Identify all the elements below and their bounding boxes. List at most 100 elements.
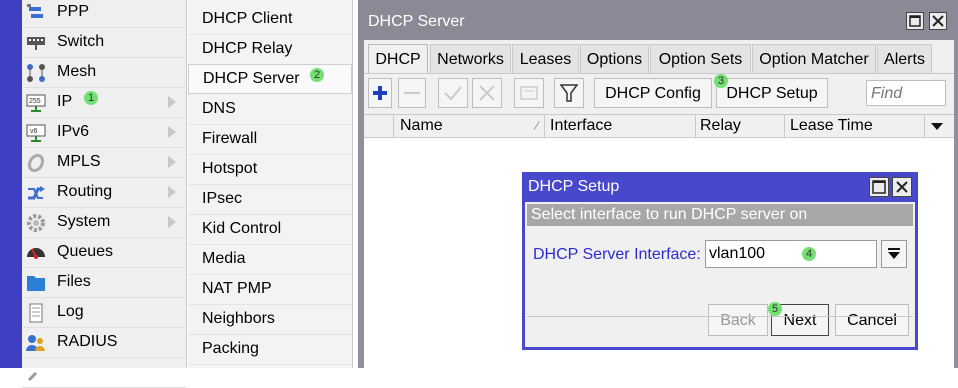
submenu-item-label: NAT PMP — [202, 280, 272, 297]
cancel-button[interactable]: Cancel — [835, 304, 909, 336]
menu-item-mpls[interactable]: MPLS — [22, 148, 186, 178]
submenu-item-firewall[interactable]: Firewall — [188, 125, 352, 155]
tab-alerts[interactable]: Alerts — [877, 44, 932, 74]
window-title: DHCP Server — [368, 13, 465, 30]
maximize-button[interactable] — [906, 12, 924, 30]
submenu-item-dhcp-relay[interactable]: DHCP Relay — [188, 35, 352, 65]
submenu-item-label: Neighbors — [202, 310, 275, 327]
menu-item-files[interactable]: Files — [22, 268, 186, 298]
submenu-item-label: Media — [202, 250, 246, 267]
comment-icon — [520, 86, 538, 100]
tab-networks[interactable]: Networks — [430, 44, 511, 74]
submenu-item-dns[interactable]: DNS — [188, 95, 352, 125]
dialog-close-button[interactable] — [892, 177, 912, 197]
table-header: Name ⁄ Interface Relay Lease Time — [364, 114, 954, 138]
column-header-name[interactable]: Name — [400, 117, 443, 135]
tab-leases[interactable]: Leases — [512, 44, 579, 74]
close-icon — [896, 181, 908, 193]
step-badge-4: 4 — [802, 247, 816, 261]
submenu-item-nat-pmp[interactable]: NAT PMP — [188, 275, 352, 305]
menu-item-label: Switch — [57, 33, 105, 50]
tab-label: Option Sets — [658, 51, 743, 68]
menu-item-label: Files — [57, 273, 91, 290]
dhcp-config-button[interactable]: DHCP Config — [594, 78, 712, 108]
menu-item-label: PPP — [57, 3, 90, 20]
menu-item-label: System — [57, 213, 111, 230]
menu-item-label: RADIUS — [57, 333, 118, 350]
submenu-item-hotspot[interactable]: Hotspot — [188, 155, 352, 185]
filter-button[interactable] — [554, 78, 584, 108]
dialog-instruction: Select interface to run DHCP server on — [527, 204, 913, 226]
dhcp-setup-dialog: DHCP Setup Select interface to run DHCP … — [522, 172, 918, 350]
enable-button[interactable] — [438, 78, 468, 108]
step-badge-3: 3 — [714, 74, 728, 88]
mesh-icon — [26, 63, 46, 83]
menu-item-routing[interactable]: Routing — [22, 178, 186, 208]
menu-item-ipv6[interactable]: v6 IPv6 — [22, 118, 186, 148]
submenu-item-ipsec[interactable]: IPsec — [188, 185, 352, 215]
add-button[interactable] — [368, 78, 392, 108]
menu-item-queues[interactable]: Queues — [22, 238, 186, 268]
submenu-item-label: DHCP Server — [203, 70, 300, 87]
tab-label: Option Matcher — [759, 51, 869, 68]
sort-indicator-icon: ⁄ — [536, 119, 539, 133]
dropdown-arrow-icon — [888, 248, 900, 259]
disable-button[interactable] — [472, 78, 502, 108]
back-button[interactable]: Back — [708, 304, 768, 336]
window-titlebar[interactable]: DHCP Server — [358, 0, 958, 40]
column-header-interface[interactable]: Interface — [550, 117, 612, 135]
menu-item-radius[interactable]: RADIUS — [22, 328, 186, 358]
close-button[interactable] — [929, 12, 947, 30]
svg-text:v6: v6 — [30, 128, 38, 135]
button-label: Next — [783, 312, 817, 329]
menu-item-label: Routing — [57, 183, 113, 200]
interface-dropdown-button[interactable] — [881, 240, 907, 268]
submenu-item-label: Hotspot — [202, 160, 258, 177]
submenu-item-label: DHCP Client — [202, 10, 293, 27]
menu-item-ppp[interactable]: PPP — [22, 0, 186, 28]
button-label: Back — [720, 312, 756, 329]
column-header-relay[interactable]: Relay — [700, 117, 741, 135]
interface-label: DHCP Server Interface: — [533, 246, 701, 263]
tab-label: Leases — [519, 51, 572, 68]
menu-item-log[interactable]: Log — [22, 298, 186, 328]
comment-button[interactable] — [514, 78, 544, 108]
submenu-arrow-icon — [168, 96, 176, 108]
submenu-arrow-icon — [168, 156, 176, 168]
tab-divider — [364, 73, 954, 74]
instruction-text: Select interface to run DHCP server on — [531, 206, 808, 223]
svg-text:255: 255 — [29, 98, 41, 105]
menu-item-switch[interactable]: Switch — [22, 28, 186, 58]
menu-item-system[interactable]: System — [22, 208, 186, 238]
remove-button[interactable] — [398, 78, 426, 108]
tab-dhcp[interactable]: DHCP — [368, 44, 428, 74]
menu-item-label: Queues — [57, 243, 114, 260]
menu-item-mesh[interactable]: Mesh — [22, 58, 186, 88]
tab-label: Alerts — [884, 51, 925, 68]
submenu-item-label: Kid Control — [202, 220, 282, 237]
submenu-item-packing[interactable]: Packing — [188, 335, 352, 365]
submenu-item-neighbors[interactable]: Neighbors — [188, 305, 352, 335]
submenu-item-label: DHCP Relay — [202, 40, 293, 57]
interface-select[interactable]: vlan100 4 — [705, 240, 877, 268]
dialog-maximize-button[interactable] — [869, 177, 889, 197]
dhcp-setup-button[interactable]: DHCP Setup — [716, 78, 828, 108]
log-icon — [26, 303, 46, 323]
submenu-item-media[interactable]: Media — [188, 245, 352, 275]
dialog-title: DHCP Setup — [528, 178, 620, 195]
find-input[interactable] — [866, 80, 946, 106]
ip-submenu: DHCP Client DHCP Relay DHCP Server 2 DNS… — [188, 0, 353, 368]
tab-option-matcher[interactable]: Option Matcher — [752, 44, 876, 74]
submenu-item-dhcp-server[interactable]: DHCP Server 2 — [188, 64, 352, 94]
menu-item-partial[interactable] — [22, 358, 186, 388]
menu-item-label: Log — [57, 303, 84, 320]
column-menu-button[interactable] — [929, 118, 945, 139]
column-header-lease-time[interactable]: Lease Time — [790, 117, 873, 135]
menu-item-label: IP — [57, 93, 73, 110]
button-label: DHCP Setup — [726, 85, 818, 102]
submenu-item-dhcp-client[interactable]: DHCP Client — [188, 5, 352, 35]
menu-item-ip[interactable]: 255 IP 1 — [22, 88, 186, 118]
tab-options[interactable]: Options — [580, 44, 649, 74]
tab-option-sets[interactable]: Option Sets — [650, 44, 751, 74]
submenu-item-kid-control[interactable]: Kid Control — [188, 215, 352, 245]
